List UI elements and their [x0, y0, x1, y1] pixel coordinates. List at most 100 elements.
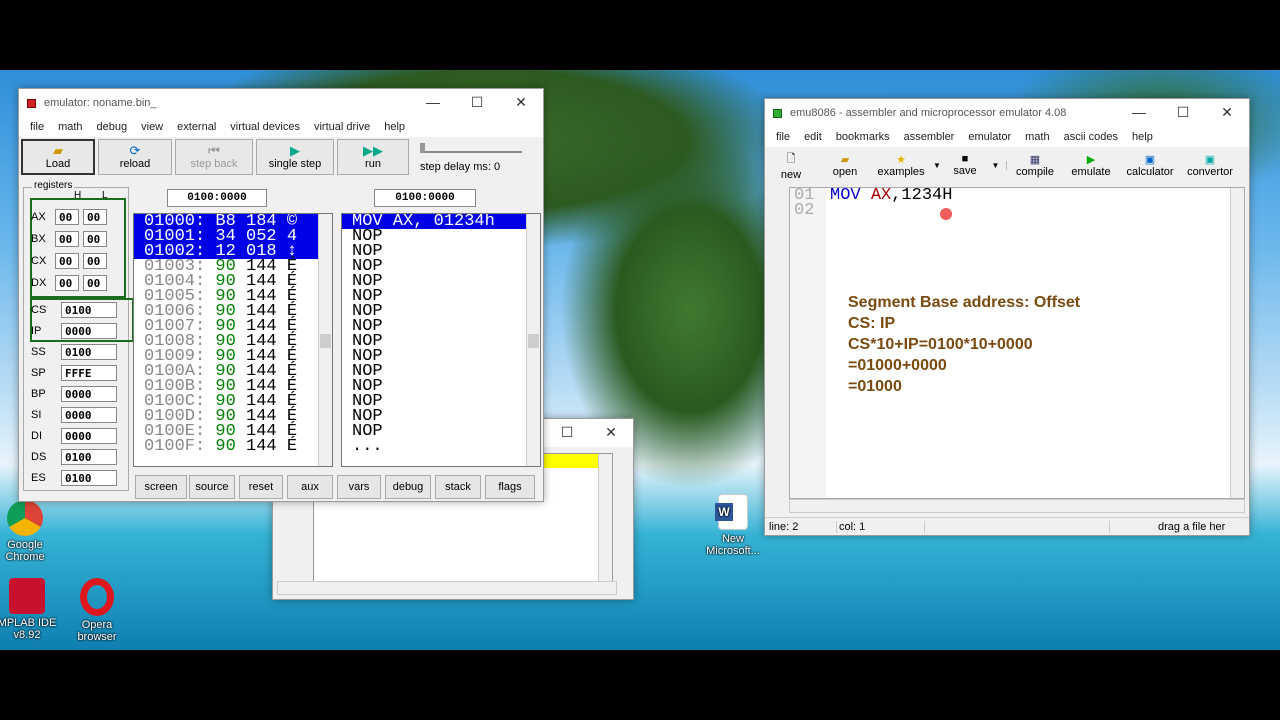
open-folder-icon: ▰: [840, 153, 850, 166]
memory-address-field[interactable]: 0100:0000: [167, 189, 267, 207]
calculator-button[interactable]: ▣ calculator: [1119, 153, 1181, 178]
scrollbar-thumb[interactable]: [320, 334, 331, 348]
desktop-icon-chrome[interactable]: Google Chrome: [0, 500, 60, 563]
step-back-button[interactable]: ⏮ step back: [175, 139, 253, 175]
save-disk-icon: ■: [961, 153, 969, 165]
vertical-scrollbar[interactable]: [598, 454, 612, 592]
menu-debug[interactable]: debug: [90, 121, 135, 133]
menu-ascii-codes[interactable]: ascii codes: [1057, 131, 1125, 143]
register-value[interactable]: 0100: [61, 302, 117, 318]
maximize-icon[interactable]: ☐: [455, 89, 499, 117]
register-dx: DX 00 00: [29, 275, 107, 291]
close-icon[interactable]: ✕: [499, 89, 543, 117]
register-value-high[interactable]: 00: [55, 231, 79, 247]
minimize-icon[interactable]: —: [1117, 99, 1161, 127]
screen-button[interactable]: screen: [135, 475, 187, 499]
menu-edit[interactable]: edit: [797, 131, 829, 143]
emulate-button[interactable]: ▶ emulate: [1063, 153, 1119, 178]
desktop-icon-word[interactable]: W New Microsoft...: [698, 494, 768, 557]
menu-external[interactable]: external: [170, 121, 223, 133]
register-value-high[interactable]: 00: [55, 209, 79, 225]
step-delay-slider[interactable]: [420, 143, 522, 153]
menu-help[interactable]: help: [377, 121, 412, 133]
register-value-low[interactable]: 00: [83, 209, 107, 225]
compile-button[interactable]: ▦ compile: [1007, 153, 1063, 178]
emulate-play-icon: ▶: [1086, 153, 1096, 166]
register-value[interactable]: 0000: [61, 323, 117, 339]
memory-rows: 01000: B8 184 © 01001: 34 052 4 01002: 12 …: [134, 214, 332, 455]
menu-virtual-drive[interactable]: virtual drive: [307, 121, 377, 133]
reload-button[interactable]: ⟳ reload: [98, 139, 172, 175]
registers-label: registers: [32, 180, 75, 191]
register-value[interactable]: 0100: [61, 344, 117, 360]
register-name: BX: [31, 233, 46, 245]
register-value-low[interactable]: 00: [83, 231, 107, 247]
new-button[interactable]: 🗋 new: [765, 150, 817, 181]
register-name: DS: [31, 451, 47, 463]
menu-emulator[interactable]: emulator: [961, 131, 1018, 143]
editor-horizontal-scrollbar[interactable]: [789, 499, 1245, 513]
menu-file[interactable]: file: [23, 121, 51, 133]
register-name: SI: [31, 409, 42, 421]
memory-list[interactable]: 01000: B8 184 © 01001: 34 052 4 01002: 12 …: [133, 213, 333, 467]
disassembly-address-field[interactable]: 0100:0000: [374, 189, 476, 207]
register-value-low[interactable]: 00: [83, 275, 107, 291]
maximize-icon[interactable]: ☐: [1161, 99, 1205, 127]
load-button[interactable]: ▰ Load: [21, 139, 95, 175]
register-value-high[interactable]: 00: [55, 275, 79, 291]
menu-bookmarks[interactable]: bookmarks: [829, 131, 897, 143]
register-value[interactable]: 0000: [61, 386, 117, 402]
menu-math[interactable]: math: [1018, 131, 1056, 143]
run-button[interactable]: ▶▶ run: [337, 139, 409, 175]
maximize-icon[interactable]: ☐: [545, 419, 589, 447]
close-icon[interactable]: ✕: [589, 419, 633, 447]
desktop-icon-label: Google Chrome: [5, 539, 45, 563]
horizontal-scrollbar[interactable]: [277, 581, 617, 595]
convertor-button[interactable]: ▣ convertor: [1181, 153, 1239, 178]
reload-label: reload: [119, 158, 151, 170]
desktop-icon-mplab[interactable]: MPLAB IDE v8.92: [0, 578, 62, 641]
register-value-low[interactable]: 00: [83, 253, 107, 269]
close-icon[interactable]: ✕: [1205, 99, 1249, 127]
register-value[interactable]: 0000: [61, 428, 117, 444]
disassembly-row[interactable]: ...: [342, 438, 540, 455]
minimize-icon[interactable]: —: [411, 89, 455, 117]
save-dropdown-icon[interactable]: ▼: [985, 160, 1007, 170]
desktop-icon-opera[interactable]: Opera browser: [62, 578, 132, 643]
stack-button[interactable]: stack: [435, 475, 481, 499]
examples-button[interactable]: ★ examples: [873, 153, 929, 178]
single-step-button[interactable]: ▶︎ single step: [256, 139, 334, 175]
yellow-highlight: [544, 454, 600, 468]
disassembly-scrollbar[interactable]: [526, 214, 540, 466]
memory-scrollbar[interactable]: [318, 214, 332, 466]
register-value-high[interactable]: 00: [55, 253, 79, 269]
register-cx: CX 00 00: [29, 253, 107, 269]
register-ss: SS 0100: [29, 344, 117, 360]
register-value[interactable]: 0000: [61, 407, 117, 423]
register-value[interactable]: 0100: [61, 470, 117, 486]
vars-button[interactable]: vars: [337, 475, 381, 499]
register-bp: BP 0000: [29, 386, 117, 402]
menu-virtual-devices[interactable]: virtual devices: [223, 121, 307, 133]
examples-dropdown-icon[interactable]: ▼: [929, 161, 945, 170]
debug-button[interactable]: debug: [385, 475, 431, 499]
menu-help[interactable]: help: [1125, 131, 1160, 143]
aux-button[interactable]: aux: [287, 475, 333, 499]
register-value[interactable]: 0100: [61, 449, 117, 465]
menu-math[interactable]: math: [51, 121, 89, 133]
reset-button[interactable]: reset: [239, 475, 283, 499]
save-label: save: [953, 165, 977, 177]
menu-file[interactable]: file: [769, 131, 797, 143]
scrollbar-thumb[interactable]: [528, 334, 539, 348]
save-button[interactable]: ■ save: [945, 153, 985, 177]
emulator-window[interactable]: emulator: noname.bin_ — ☐ ✕ file math debu…: [18, 88, 544, 502]
editor-vertical-scrollbar[interactable]: [1230, 188, 1244, 498]
open-button[interactable]: ▰ open: [817, 153, 873, 178]
flags-button[interactable]: flags: [485, 475, 535, 499]
disassembly-list[interactable]: MOV AX, 01234h NOP NOP NOP NOP NOP NOP NOP NOP NO…: [341, 213, 541, 467]
menu-view[interactable]: view: [134, 121, 170, 133]
memory-row[interactable]: 0100F: 90 144 É: [134, 438, 332, 455]
source-button[interactable]: source: [189, 475, 235, 499]
menu-assembler[interactable]: assembler: [897, 131, 962, 143]
register-value[interactable]: FFFE: [61, 365, 117, 381]
